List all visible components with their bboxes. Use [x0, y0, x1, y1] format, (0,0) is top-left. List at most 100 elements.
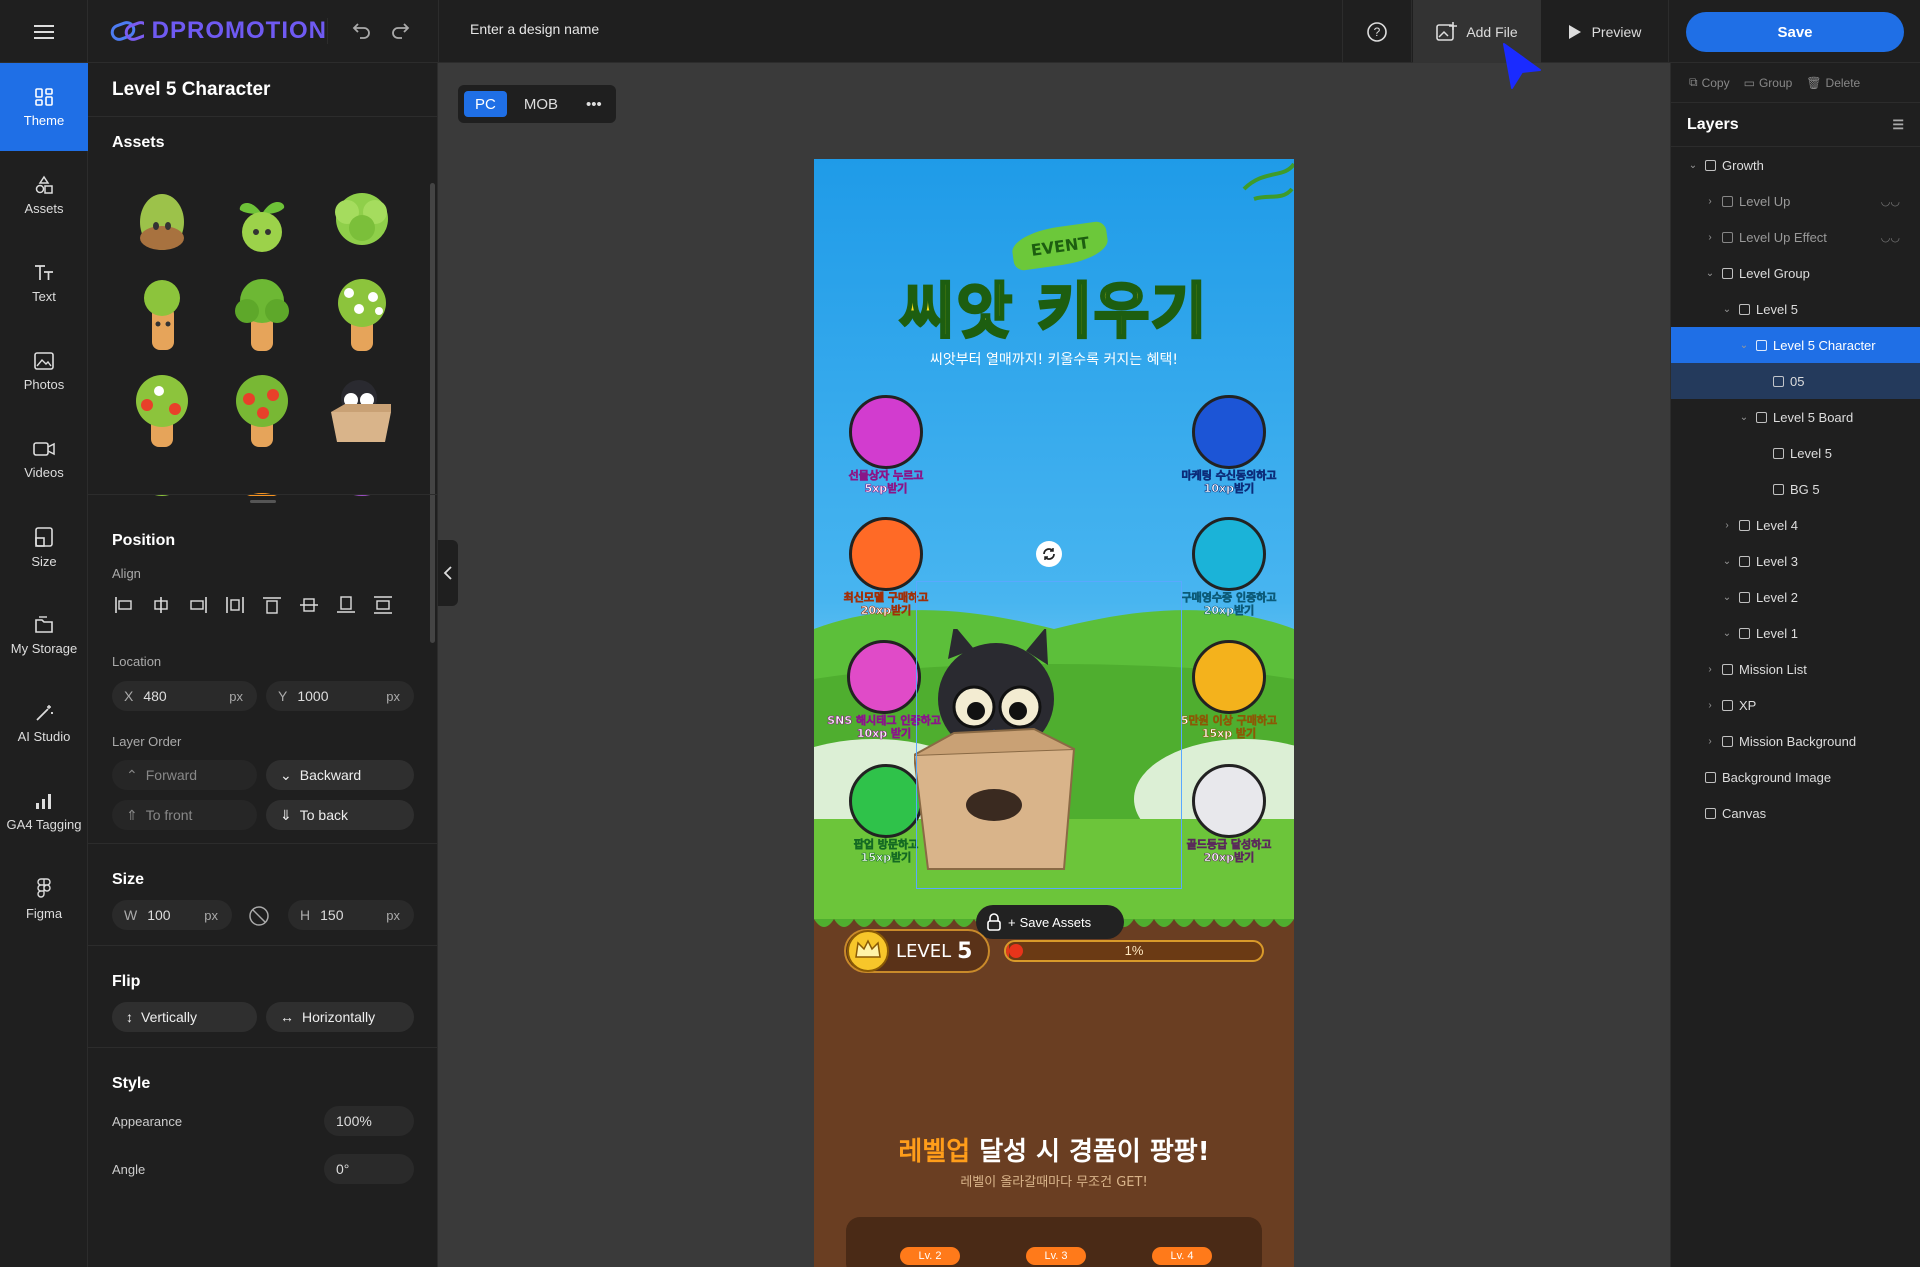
asset-flower-tree[interactable]: [312, 267, 412, 363]
layer-row[interactable]: ⌄ Level 3: [1671, 543, 1920, 579]
save-button[interactable]: Save: [1686, 12, 1904, 52]
layer-row[interactable]: ⌄ Level 5 Board: [1671, 399, 1920, 435]
mob-tab[interactable]: MOB: [513, 91, 569, 117]
align-top-icon[interactable]: [260, 593, 284, 617]
layer-row[interactable]: ⌄ Growth: [1671, 147, 1920, 183]
help-icon[interactable]: ?: [1342, 0, 1412, 63]
layer-row[interactable]: › Level 4: [1671, 507, 1920, 543]
layer-row[interactable]: › XP: [1671, 687, 1920, 723]
angle-field[interactable]: 0°: [324, 1154, 414, 1184]
pc-tab[interactable]: PC: [464, 91, 507, 117]
layer-row[interactable]: 05: [1671, 363, 1920, 399]
layer-row[interactable]: › Level Up ◡◡: [1671, 183, 1920, 219]
asset-purple-ball[interactable]: [312, 459, 412, 496]
save-assets-button[interactable]: + Save Assets: [1008, 915, 1091, 930]
collapse-panel-button[interactable]: [438, 540, 458, 606]
asset-tree[interactable]: [212, 267, 312, 363]
delete-button[interactable]: 🗑 Delete: [1806, 76, 1860, 90]
level-tab[interactable]: Lv. 4: [1152, 1247, 1212, 1265]
asset-fruit-tree[interactable]: [112, 363, 212, 459]
to-front-button[interactable]: ⇑ To front: [112, 800, 257, 830]
chevron-down-icon[interactable]: ⌄: [1738, 340, 1750, 351]
layer-row[interactable]: Level 5: [1671, 435, 1920, 471]
layer-row[interactable]: Canvas: [1671, 795, 1920, 831]
chevron-right-icon[interactable]: ›: [1704, 700, 1716, 711]
logo[interactable]: DPROMOTION: [110, 17, 328, 44]
chevron-right-icon[interactable]: ›: [1704, 232, 1716, 243]
chevron-down-icon[interactable]: ⌄: [1687, 160, 1699, 171]
layer-row[interactable]: ⌄ Level 5: [1671, 291, 1920, 327]
layer-row[interactable]: ⌄ Level 1: [1671, 615, 1920, 651]
distribute-v-icon[interactable]: [371, 593, 395, 617]
chevron-down-icon[interactable]: ⌄: [1738, 412, 1750, 423]
rail-item-ga4-tagging[interactable]: GA4 Tagging: [0, 767, 88, 855]
more-options-icon[interactable]: •••: [575, 91, 613, 117]
rail-item-videos[interactable]: Videos: [0, 415, 88, 503]
rail-item-theme[interactable]: Theme: [0, 63, 88, 151]
group-button[interactable]: ▭ Group: [1744, 76, 1793, 90]
rail-item-assets[interactable]: Assets: [0, 151, 88, 239]
redo-icon[interactable]: [390, 18, 412, 45]
layer-row[interactable]: Background Image: [1671, 759, 1920, 795]
width-field[interactable]: W 100 px: [112, 900, 232, 930]
level-tab[interactable]: Lv. 2: [900, 1247, 960, 1265]
y-field[interactable]: Y 1000 px: [266, 681, 414, 711]
layer-row[interactable]: › Level Up Effect ◡◡: [1671, 219, 1920, 255]
rail-item-text[interactable]: Text: [0, 239, 88, 327]
undo-icon[interactable]: [350, 18, 372, 45]
layer-row[interactable]: ⌄ Level Group: [1671, 255, 1920, 291]
asset-fruit-tree-2[interactable]: [212, 363, 312, 459]
chevron-right-icon[interactable]: ›: [1704, 196, 1716, 207]
rail-item-my-storage[interactable]: My Storage: [0, 591, 88, 679]
flip-horizontal-button[interactable]: ↔ Horizontally: [266, 1002, 414, 1032]
mission-item[interactable]: 구매영수증 인증하고 20xp받기: [1170, 517, 1288, 617]
eye-closed-icon[interactable]: ◡◡: [1881, 231, 1900, 244]
asset-seed[interactable]: [112, 171, 212, 267]
design-name-input[interactable]: Enter a design name: [470, 21, 599, 37]
asset-cat-box[interactable]: [312, 363, 412, 459]
mission-item[interactable]: 골드등급 달성하고 20xp받기: [1174, 764, 1284, 864]
copy-button[interactable]: ⧉ Copy: [1689, 75, 1730, 90]
lock-icon[interactable]: [986, 913, 1002, 931]
align-center-h-icon[interactable]: [149, 593, 173, 617]
x-field[interactable]: X 480 px: [112, 681, 257, 711]
layer-row[interactable]: › Mission Background: [1671, 723, 1920, 759]
mission-item[interactable]: 5만원 이상 구매하고 15xp 받기: [1172, 640, 1286, 740]
collapse-all-icon[interactable]: ☰: [1892, 117, 1904, 133]
layer-row[interactable]: ⌄ Level 5 Character: [1671, 327, 1920, 363]
distribute-h-icon[interactable]: [223, 593, 247, 617]
layer-row[interactable]: BG 5: [1671, 471, 1920, 507]
asset-bush-2[interactable]: [112, 459, 212, 496]
height-field[interactable]: H 150 px: [288, 900, 414, 930]
align-bottom-icon[interactable]: [334, 593, 358, 617]
level-tab[interactable]: Lv. 3: [1026, 1247, 1086, 1265]
flip-vertical-button[interactable]: ↕ Vertically: [112, 1002, 257, 1032]
chevron-right-icon[interactable]: ›: [1704, 736, 1716, 747]
backward-button[interactable]: ⌄ Backward: [266, 760, 414, 790]
rail-item-photos[interactable]: Photos: [0, 327, 88, 415]
align-left-icon[interactable]: [112, 593, 136, 617]
mission-item[interactable]: 마케팅 수신동의하고 10xp받기: [1174, 395, 1284, 495]
chevron-down-icon[interactable]: ⌄: [1721, 592, 1733, 603]
chevron-down-icon[interactable]: ⌄: [1721, 304, 1733, 315]
asset-bush[interactable]: [312, 171, 412, 267]
mission-item[interactable]: 선물상자 누르고 5xp받기: [844, 395, 928, 495]
chevron-right-icon[interactable]: ›: [1704, 664, 1716, 675]
preview-button[interactable]: Preview: [1541, 0, 1669, 63]
layer-row[interactable]: › Mission List: [1671, 651, 1920, 687]
chevron-down-icon[interactable]: ⌄: [1704, 268, 1716, 279]
rail-item-size[interactable]: Size: [0, 503, 88, 591]
asset-sprout[interactable]: [212, 171, 312, 267]
appearance-field[interactable]: 100%: [324, 1106, 414, 1136]
rail-item-ai-studio[interactable]: AI Studio: [0, 679, 88, 767]
rotate-handle-icon[interactable]: [1036, 541, 1062, 567]
asset-sapling[interactable]: [112, 267, 212, 363]
chevron-down-icon[interactable]: ⌄: [1721, 628, 1733, 639]
asset-orange-ball[interactable]: [212, 459, 312, 496]
forward-button[interactable]: ⌃ Forward: [112, 760, 257, 790]
selection-box[interactable]: [916, 581, 1182, 889]
layer-row[interactable]: ⌄ Level 2: [1671, 579, 1920, 615]
design-artboard[interactable]: EVENT 씨앗 키우기 씨앗부터 열매까지! 키울수록 커지는 혜택! 선물상…: [814, 159, 1294, 1267]
align-middle-v-icon[interactable]: [297, 593, 321, 617]
unlink-ratio-icon[interactable]: [248, 905, 270, 932]
